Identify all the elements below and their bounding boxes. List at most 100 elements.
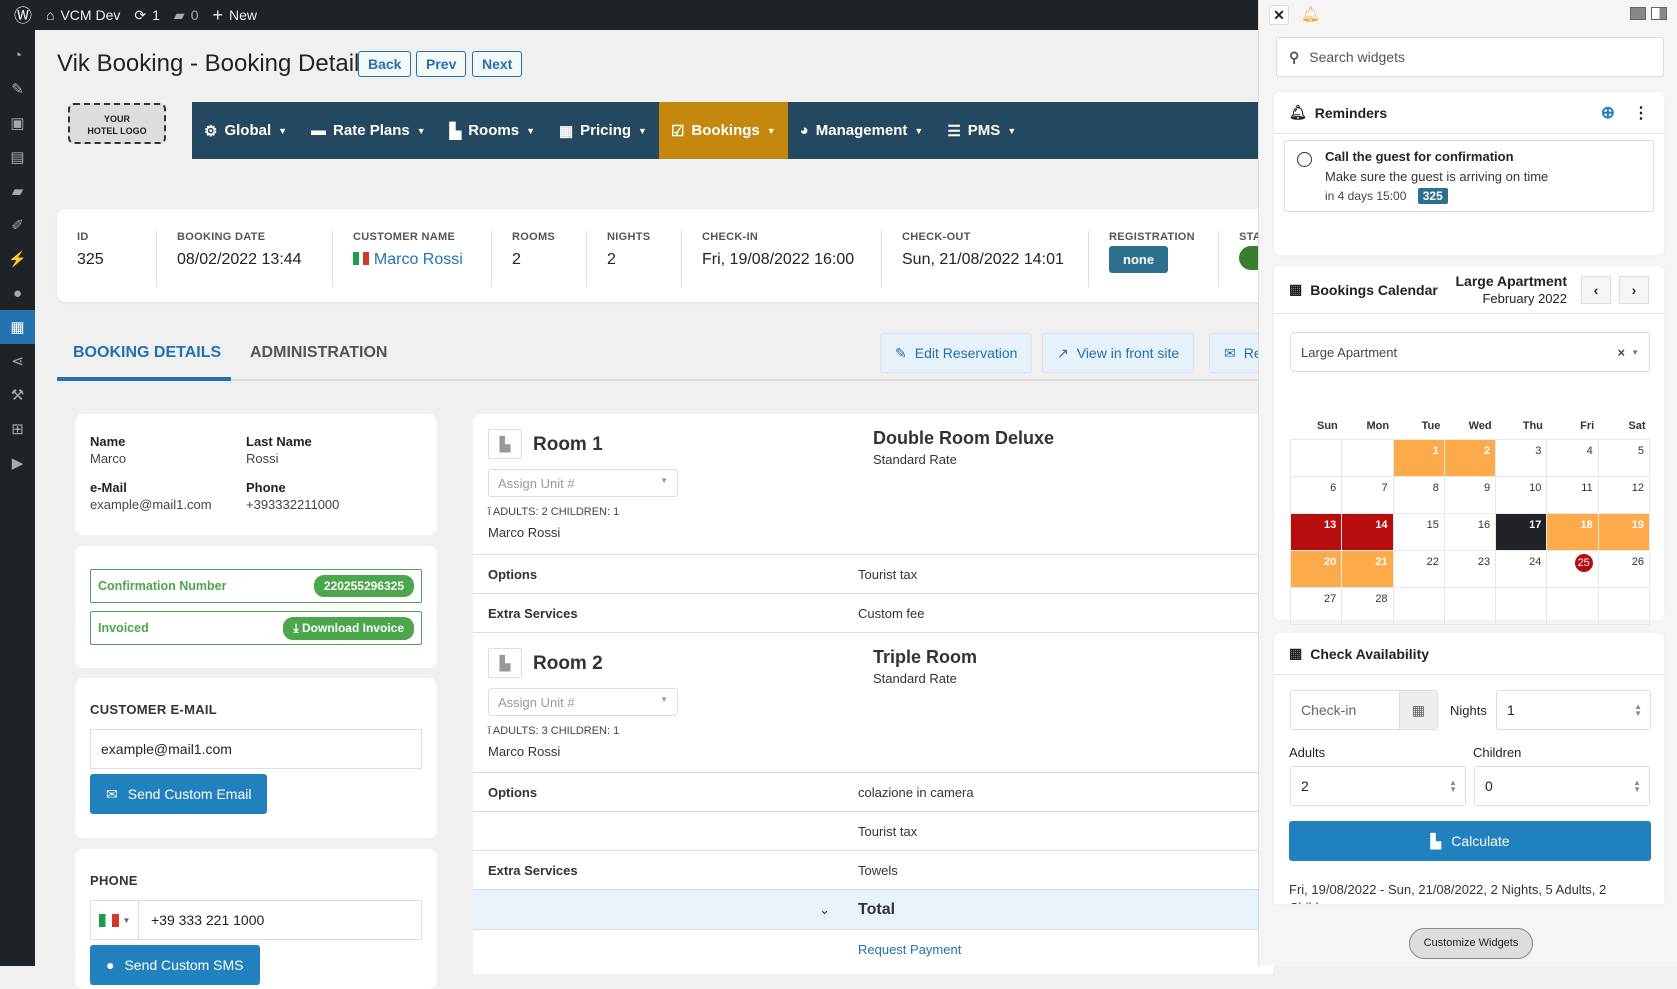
bell-icon[interactable]: 🔔︎ — [1301, 5, 1320, 23]
customer-link[interactable]: Marco Rossi — [374, 251, 463, 268]
calendar-day[interactable]: 27 — [1289, 586, 1343, 625]
adults-input[interactable]: 2 ▲ ▼ — [1290, 766, 1466, 806]
gears-icon: ⚙ — [204, 122, 218, 140]
calendar-day[interactable]: 19 — [1597, 512, 1651, 551]
menu-pricing[interactable]: ▦ Pricing ▼ — [547, 102, 659, 159]
calendar-day[interactable]: 3 — [1495, 438, 1548, 477]
calendar-day[interactable]: 24 — [1495, 549, 1548, 588]
calendar-day[interactable]: 5 — [1597, 438, 1651, 477]
view-front-site-button[interactable]: ↗ View in front site — [1042, 333, 1195, 373]
tools-icon[interactable]: ⚒ — [0, 378, 35, 412]
country-select[interactable]: ▼ — [91, 901, 139, 939]
calendar-day[interactable]: 25 — [1546, 549, 1599, 588]
calendar-day[interactable]: 21 — [1341, 549, 1394, 588]
add-reminder-icon[interactable]: ⊕ — [1601, 103, 1615, 123]
calendar-day[interactable]: 26 — [1597, 549, 1651, 588]
phone-input[interactable]: ▼ +39 333 221 1000 — [90, 900, 422, 940]
plugins-icon[interactable]: ⚡ — [0, 242, 35, 276]
calendar-day[interactable]: 1 — [1392, 438, 1445, 477]
next-button[interactable]: Next — [472, 51, 523, 77]
tab-booking-details[interactable]: BOOKING DETAILS — [73, 344, 221, 362]
total-row[interactable]: ⌄ Total — [473, 889, 1273, 929]
calculate-button[interactable]: ▙ Calculate — [1289, 821, 1651, 861]
calendar-day[interactable]: 8 — [1392, 475, 1445, 514]
calendar-day[interactable]: 18 — [1546, 512, 1599, 551]
calendar-day[interactable]: 28 — [1341, 586, 1394, 625]
calendar-day[interactable]: 22 — [1392, 549, 1445, 588]
checkin-input[interactable]: Check-in ▦ — [1290, 690, 1438, 730]
stepper-icon[interactable]: ▲ ▼ — [1633, 779, 1641, 794]
pin-icon[interactable]: ✎ — [0, 72, 35, 106]
calendar-day[interactable]: 17 — [1495, 512, 1548, 551]
collapse-icon[interactable]: ▶ — [0, 446, 35, 480]
users-icon[interactable]: ● — [0, 276, 35, 310]
clear-icon[interactable]: × — [1617, 345, 1625, 360]
chevron-down-icon[interactable]: ⌄ — [473, 902, 858, 918]
download-invoice-button[interactable]: ⤓ Download Invoice — [283, 616, 414, 640]
calendar-day[interactable]: 20 — [1289, 549, 1343, 588]
new-content-link[interactable]: + New — [212, 5, 257, 26]
calendar-day[interactable]: 12 — [1597, 475, 1651, 514]
layout-full-icon[interactable] — [1630, 7, 1646, 20]
settings-icon[interactable]: ⊞ — [0, 412, 35, 446]
room-1-extras: Extra Services Custom fee — [473, 593, 1273, 632]
customize-widgets-button[interactable]: Customize Widgets — [1409, 928, 1533, 959]
calendar-day[interactable]: 16 — [1443, 512, 1497, 551]
calendar-day[interactable]: 10 — [1495, 475, 1548, 514]
request-payment-link[interactable]: Request Payment — [858, 942, 961, 957]
tab-divider — [57, 379, 1297, 381]
layout-side-icon[interactable] — [1651, 7, 1667, 20]
calendar-day[interactable]: 4 — [1546, 438, 1599, 477]
calendar-day[interactable]: 11 — [1546, 475, 1599, 514]
media-icon[interactable]: ▣ — [0, 106, 35, 140]
calendar-icon[interactable]: ▦ — [1399, 691, 1437, 729]
calendar-day[interactable]: 2 — [1443, 438, 1497, 477]
menu-rooms[interactable]: ▙ Rooms ▼ — [438, 102, 547, 159]
calendar-day[interactable]: 14 — [1341, 512, 1394, 551]
pages-icon[interactable]: ▤ — [0, 140, 35, 174]
assign-unit-select[interactable]: Assign Unit # ▼ — [488, 469, 678, 497]
search-widgets-input[interactable]: ⚲ Search widgets — [1276, 37, 1664, 77]
children-input[interactable]: 0 ▲ ▼ — [1474, 766, 1650, 806]
nights-input[interactable]: 1 ▲ ▼ — [1496, 690, 1651, 730]
menu-management[interactable]: ◕ Management ▼ — [788, 102, 936, 159]
updates-link[interactable]: ⟳ 1 — [134, 7, 160, 24]
wordpress-logo-icon[interactable]: Ⓦ — [14, 2, 32, 28]
send-custom-sms-button[interactable]: ● Send Custom SMS — [90, 945, 260, 985]
stepper-icon[interactable]: ▲ ▼ — [1634, 703, 1642, 718]
dashboard-icon[interactable]: ◔ — [0, 38, 35, 72]
more-options-icon[interactable]: ⋮ — [1633, 103, 1649, 123]
phone-card: PHONE ▼ +39 333 221 1000 ● Send Custom SM… — [75, 849, 437, 989]
menu-pms[interactable]: ☰ PMS ▼ — [935, 102, 1028, 159]
tab-administration[interactable]: ADMINISTRATION — [250, 344, 387, 362]
booking-id-badge[interactable]: 325 — [1417, 188, 1448, 204]
menu-rate-plans[interactable]: ▬ Rate Plans ▼ — [299, 102, 438, 159]
comments-link[interactable]: ▰ 0 — [174, 7, 199, 24]
room-select[interactable]: Large Apartment × ▼ — [1290, 332, 1650, 372]
menu-global[interactable]: ⚙ Global ▼ — [192, 102, 299, 159]
chevron-right-icon[interactable]: › — [1619, 275, 1649, 304]
back-button[interactable]: Back — [358, 51, 412, 77]
calendar-day[interactable]: 13 — [1289, 512, 1343, 551]
customer-email-input[interactable]: example@mail1.com — [90, 729, 422, 769]
assign-unit-select[interactable]: Assign Unit # ▼ — [488, 688, 678, 716]
calendar-day[interactable]: 6 — [1289, 475, 1343, 514]
send-custom-email-button[interactable]: ✉ Send Custom Email — [90, 774, 268, 814]
vikbooking-icon[interactable]: ▦ — [0, 310, 35, 344]
site-link[interactable]: ⌂ VCM Dev — [46, 7, 120, 23]
menu-bookings[interactable]: ☑ Bookings ▼ — [658, 102, 788, 159]
edit-reservation-button[interactable]: ✎ Edit Reservation — [880, 333, 1033, 373]
prev-button[interactable]: Prev — [416, 51, 467, 77]
calendar-day[interactable]: 7 — [1341, 475, 1394, 514]
registration-badge[interactable]: none — [1109, 246, 1169, 273]
share-icon[interactable]: ⋖ — [0, 344, 35, 378]
reminder-checkbox[interactable] — [1297, 152, 1312, 167]
calendar-day[interactable]: 9 — [1443, 475, 1497, 514]
calendar-day[interactable]: 15 — [1392, 512, 1445, 551]
chevron-left-icon[interactable]: ‹ — [1581, 275, 1611, 304]
appearance-icon[interactable]: ✐ — [0, 208, 35, 242]
stepper-icon[interactable]: ▲ ▼ — [1449, 779, 1457, 794]
close-icon[interactable]: ✕ — [1269, 5, 1289, 25]
comments-icon[interactable]: ▰ — [0, 174, 35, 208]
calendar-day[interactable]: 23 — [1443, 549, 1497, 588]
